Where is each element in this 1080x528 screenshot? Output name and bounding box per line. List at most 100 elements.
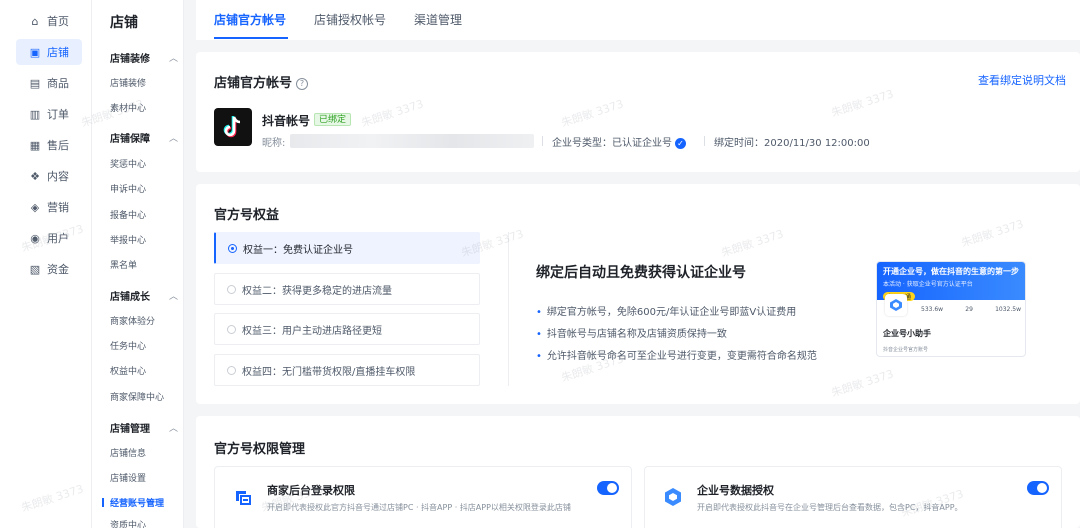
benefit-detail-title: 绑定后自动且免费获得认证企业号 <box>536 265 746 281</box>
subnav-item[interactable]: 申诉中心 <box>110 182 146 195</box>
subnav-item[interactable]: 店铺信息 <box>110 446 146 459</box>
benefit-divider <box>508 232 509 386</box>
benefit-label: 权益四：无门槛带货权限/直播挂车权限 <box>242 366 416 378</box>
login-permission-icon <box>236 491 251 505</box>
tab-active-indicator <box>214 37 288 39</box>
benefit-tab-1[interactable]: 权益一：免费认证企业号 <box>214 232 480 264</box>
subnav-group-growth[interactable]: 店铺成长 ︿ <box>110 288 178 303</box>
tab-bar: 店铺官方帐号 店铺授权帐号 渠道管理 <box>196 0 1080 40</box>
benefit-tab-2[interactable]: 权益二：获得更多稳定的进店流量 <box>214 273 480 305</box>
goods-icon: ▤ <box>29 76 41 90</box>
subnav-item[interactable]: 店铺设置 <box>110 471 146 484</box>
account-section-title: 店铺官方帐号? <box>214 72 309 91</box>
marketing-icon: ◈ <box>30 200 40 214</box>
content-icon: ❖ <box>30 169 40 183</box>
subnav-item-active[interactable]: 经营账号管理 <box>101 496 164 509</box>
order-icon: ▥ <box>29 107 41 121</box>
subnav-group-label: 店铺装修 <box>110 54 150 65</box>
permission-data-auth: 企业号数据授权 开启即代表授权此抖音号在企业号管理后台查看数据，包含PC，抖音A… <box>644 466 1062 528</box>
data-auth-icon <box>665 488 681 506</box>
douyin-logo-glyph <box>223 116 241 138</box>
subnav-group-label: 店铺保障 <box>110 134 150 145</box>
promo-stat: 1032.5w <box>995 306 1021 313</box>
nav-item-fund[interactable]: ▧ 资金 <box>16 256 82 282</box>
permission-description: 开启即代表授权此抖音号在企业号管理后台查看数据，包含PC，抖音APP。 <box>697 503 963 512</box>
subnav-item[interactable]: 店铺装修 <box>110 76 146 89</box>
subnav-item[interactable]: 报备中心 <box>110 208 146 221</box>
doc-link[interactable]: 查看绑定说明文档 <box>978 72 1066 88</box>
promo-stat: 29 <box>965 306 973 313</box>
benefit-label: 权益二：获得更多稳定的进店流量 <box>242 285 392 297</box>
subnav-item[interactable]: 任务中心 <box>110 339 146 352</box>
permission-description: 开启即代表授权此官方抖音号通过店铺PC · 抖音APP · 抖店APP以相关权限… <box>267 503 571 512</box>
enterprise-type: 企业号类型：已认证企业号 ✓ <box>552 134 686 149</box>
bound-status-badge: 已绑定 <box>314 113 352 126</box>
data-auth-toggle[interactable] <box>1027 481 1049 495</box>
subnav-group-decoration[interactable]: 店铺装修 ︿ <box>110 50 178 65</box>
permission-title: 企业号数据授权 <box>697 484 774 497</box>
nav-item-order[interactable]: ▥ 订单 <box>16 101 82 127</box>
subnav-item[interactable]: 奖惩中心 <box>110 157 146 170</box>
account-section-title-text: 店铺官方帐号 <box>214 76 293 91</box>
benefit-tab-3[interactable]: 权益三：用户主动进店路径更短 <box>214 313 480 345</box>
benefit-label: 权益三：用户主动进店路径更短 <box>242 325 382 337</box>
nav-item-label: 售后 <box>47 139 69 152</box>
chevron-up-icon: ︿ <box>168 54 178 64</box>
nickname-redacted <box>290 134 534 148</box>
secondary-nav: 店铺 店铺装修 ︿ 店铺装修 素材中心 店铺保障 ︿ 奖惩中心 申诉中心 报备中心 … <box>92 0 184 528</box>
after-sale-icon: ▦ <box>29 138 41 152</box>
subnav-item[interactable]: 资质中心 <box>110 518 146 528</box>
tab-authorized-account[interactable]: 店铺授权帐号 <box>314 11 386 28</box>
enterprise-assistant-logo-icon <box>885 294 907 316</box>
subnav-group-guarantee[interactable]: 店铺保障 ︿ <box>110 130 178 145</box>
douyin-logo-icon <box>214 108 252 146</box>
subnav-item[interactable]: 权益中心 <box>110 364 146 377</box>
nav-item-content[interactable]: ❖ 内容 <box>16 163 82 189</box>
meta-divider <box>704 136 705 146</box>
nav-item-label: 首页 <box>47 15 69 28</box>
nav-item-shop[interactable]: ▣ 店铺 <box>16 39 82 65</box>
nav-item-goods[interactable]: ▤ 商品 <box>16 70 82 96</box>
benefit-label: 权益一：免费认证企业号 <box>243 244 353 256</box>
verified-icon: ✓ <box>675 137 686 149</box>
subnav-item[interactable]: 商家保障中心 <box>110 390 164 403</box>
nav-item-label: 资金 <box>47 263 69 276</box>
shop-icon: ▣ <box>29 45 41 59</box>
chevron-up-icon: ︿ <box>168 134 178 144</box>
benefit-detail-item: 绑定官方帐号，免除600元/年认证企业号即蓝V认证费用 <box>536 303 796 318</box>
nav-item-label: 内容 <box>47 170 69 183</box>
help-icon[interactable]: ? <box>296 77 309 90</box>
nav-item-after-sale[interactable]: ▦ 售后 <box>16 132 82 158</box>
benefit-tab-4[interactable]: 权益四：无门槛带货权限/直播挂车权限 <box>214 354 480 386</box>
benefit-detail-item: 允许抖音帐号命名可至企业号进行变更，变更需符合命名规范 <box>536 347 817 362</box>
chevron-up-icon: ︿ <box>168 424 178 434</box>
subnav-item[interactable]: 黑名单 <box>110 258 137 271</box>
radio-icon <box>227 284 236 294</box>
tab-channel-management[interactable]: 渠道管理 <box>414 11 462 28</box>
subnav-group-label: 店铺管理 <box>110 424 150 435</box>
subnav-item[interactable]: 商家体验分 <box>110 314 155 327</box>
nav-item-marketing[interactable]: ◈ 营销 <box>16 194 82 220</box>
permission-login: 商家后台登录权限 开启即代表授权此官方抖音号通过店铺PC · 抖音APP · 抖… <box>214 466 632 528</box>
nav-item-label: 用户 <box>47 232 69 245</box>
tab-official-account[interactable]: 店铺官方帐号 <box>214 11 286 28</box>
promo-card: 开通企业号，做在抖音的生意的第一步 本活动 · 获取企业号官方认证平台 立即开通… <box>876 261 1026 357</box>
radio-selected-icon <box>228 243 237 253</box>
subnav-group-management[interactable]: 店铺管理 ︿ <box>110 420 178 435</box>
fund-icon: ▧ <box>29 262 41 276</box>
chevron-up-icon: ︿ <box>168 292 178 302</box>
subnav-item[interactable]: 素材中心 <box>110 101 146 114</box>
login-permission-toggle[interactable] <box>597 481 619 495</box>
nav-item-label: 商品 <box>47 77 69 90</box>
subnav-item[interactable]: 举报中心 <box>110 233 146 246</box>
promo-headline: 开通企业号，做在抖音的生意的第一步 <box>883 267 1019 276</box>
promo-account-sub: 抖音企业号官方账号 <box>883 347 929 353</box>
home-icon: ⌂ <box>31 14 39 28</box>
nav-item-user[interactable]: ◉ 用户 <box>16 225 82 251</box>
benefit-detail-item: 抖音帐号与店铺名称及店铺资质保持一致 <box>536 325 727 340</box>
subnav-group-label: 店铺成长 <box>110 292 150 303</box>
radio-icon <box>227 324 236 334</box>
account-card <box>196 52 1080 172</box>
primary-nav: ⌂ 首页 ▣ 店铺 ▤ 商品 ▥ 订单 ▦ 售后 ❖ 内容 ◈ 营销 ◉ 用户 ▧ 资金 <box>0 0 92 528</box>
nav-item-home[interactable]: ⌂ 首页 <box>16 8 82 34</box>
